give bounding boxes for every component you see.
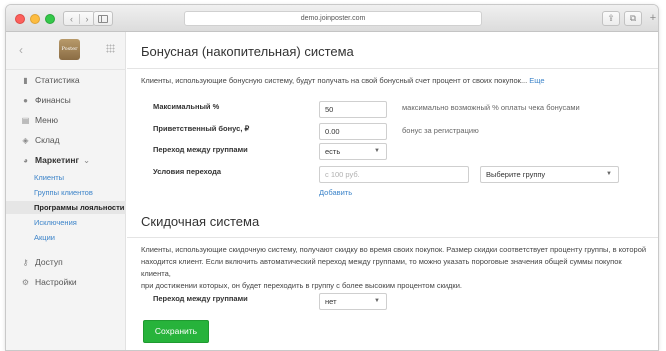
submenu-item-exceptions[interactable]: Исключения: [34, 218, 77, 227]
welcome-bonus-hint: бонус за регистрацию: [402, 126, 479, 135]
discount-transition-value: нет: [325, 297, 337, 306]
plus-icon: +: [649, 11, 657, 24]
discount-section-title: Скидочная система: [141, 214, 260, 229]
sidebar-item-label: Меню: [35, 115, 58, 125]
sidebar-item-label: Маркетинг: [35, 155, 80, 165]
submenu-item-loyalty-programs[interactable]: Программы лояльности: [6, 201, 126, 214]
bonus-transition-value: есть: [325, 147, 341, 156]
share-icon: ⇪: [607, 13, 615, 23]
forward-arrow-icon[interactable]: ›: [79, 13, 94, 24]
tabs-icon: ⧉: [629, 13, 637, 23]
sidebar-item-marketing[interactable]: ◕ Маркетинг ⌄: [20, 153, 90, 167]
conditions-label: Условия перехода: [153, 167, 222, 176]
target-group-value: Выберите группу: [486, 170, 546, 179]
sidebar-icon: [98, 14, 108, 23]
apps-grid-icon[interactable]: [106, 44, 115, 53]
divider: [127, 237, 658, 238]
share-button[interactable]: ⇪: [602, 11, 620, 26]
key-icon: ⚷: [22, 257, 29, 267]
sidebar-toggle-button[interactable]: [93, 11, 113, 26]
sidebar-item-finance[interactable]: ● Финансы: [20, 93, 71, 107]
main-content: Бонусная (накопительная) система Клиенты…: [127, 32, 658, 350]
sidebar-item-menu[interactable]: ▤ Меню: [20, 113, 58, 127]
welcome-bonus-label: Приветственный бонус, ₽: [153, 124, 250, 133]
sidebar-item-settings[interactable]: ⚙ Настройки: [20, 275, 77, 289]
browser-titlebar: ‹ › demo.joinposter.com ⇪ ⧉ +: [6, 5, 658, 32]
sidebar: ‹ Poster ▮ Статистика ● Финансы ▤ Меню ◈…: [6, 32, 126, 350]
coin-icon: ●: [23, 95, 28, 105]
poster-logo: Poster: [59, 39, 80, 60]
add-condition-link[interactable]: Добавить: [319, 188, 352, 197]
document-icon: ▤: [21, 115, 30, 125]
threshold-amount-input[interactable]: с 100 руб.: [319, 166, 469, 183]
bonus-section-title: Бонусная (накопительная) система: [141, 44, 354, 59]
layers-icon: ◈: [22, 135, 29, 145]
new-tab-button[interactable]: +: [647, 10, 658, 25]
bonus-transition-select[interactable]: есть ▼: [319, 143, 387, 160]
submenu-item-clients[interactable]: Клиенты: [34, 173, 64, 182]
submenu-item-client-groups[interactable]: Группы клиентов: [34, 188, 93, 197]
more-link[interactable]: Еще: [529, 76, 544, 85]
bonus-transition-label: Переход между группами: [153, 145, 248, 154]
bar-chart-icon: ▮: [23, 75, 28, 85]
discount-transition-select[interactable]: нет ▼: [319, 293, 387, 310]
caret-down-icon: ▼: [374, 298, 380, 304]
gear-icon: ⚙: [21, 277, 30, 287]
sidebar-item-statistics[interactable]: ▮ Статистика: [20, 73, 80, 87]
welcome-bonus-input[interactable]: 0.00: [319, 123, 387, 140]
bonus-description-text: Клиенты, использующие бонусную систему, …: [141, 76, 528, 85]
sidebar-item-label: Настройки: [35, 277, 77, 287]
max-percent-input[interactable]: 50: [319, 101, 387, 118]
discount-description-line: находится клиент. Если включить автомати…: [141, 257, 622, 278]
collapse-sidebar-icon[interactable]: ‹: [19, 43, 23, 57]
max-percent-label: Максимальный %: [153, 102, 220, 111]
sidebar-item-label: Доступ: [35, 257, 63, 267]
save-button[interactable]: Сохранить: [143, 320, 209, 343]
address-bar[interactable]: demo.joinposter.com: [184, 11, 482, 26]
tabs-overview-button[interactable]: ⧉: [624, 11, 642, 26]
back-arrow-icon[interactable]: ‹: [64, 14, 79, 24]
discount-transition-label: Переход между группами: [153, 294, 248, 303]
divider: [127, 68, 658, 69]
sidebar-item-warehouse[interactable]: ◈ Склад: [20, 133, 60, 147]
discount-description-line: при достижении которых, он будет переход…: [141, 281, 462, 290]
discount-description-line: Клиенты, использующие скидочную систему,…: [141, 245, 647, 254]
submenu-item-promotions[interactable]: Акции: [34, 233, 55, 242]
discount-description: Клиенты, использующие скидочную систему,…: [141, 244, 651, 292]
minimize-window-button[interactable]: [30, 14, 40, 24]
caret-down-icon: ▼: [374, 148, 380, 154]
history-nav: ‹ ›: [63, 11, 95, 26]
browser-window: ‹ › demo.joinposter.com ⇪ ⧉ + ‹ Poster ▮…: [5, 4, 659, 351]
caret-down-icon: ▼: [606, 171, 612, 177]
bonus-description: Клиенты, использующие бонусную систему, …: [141, 75, 545, 87]
pie-chart-icon: ◕: [23, 155, 28, 165]
sidebar-item-label: Финансы: [35, 95, 71, 105]
sidebar-item-access[interactable]: ⚷ Доступ: [20, 255, 63, 269]
zoom-window-button[interactable]: [45, 14, 55, 24]
close-window-button[interactable]: [15, 14, 25, 24]
sidebar-item-label: Статистика: [35, 75, 80, 85]
target-group-select[interactable]: Выберите группу ▼: [480, 166, 619, 183]
chevron-down-icon: ⌄: [83, 154, 91, 165]
max-percent-hint: максимально возможный % оплаты чека бону…: [402, 103, 580, 112]
sidebar-item-label: Склад: [35, 135, 60, 145]
sidebar-header: ‹ Poster: [6, 32, 126, 70]
